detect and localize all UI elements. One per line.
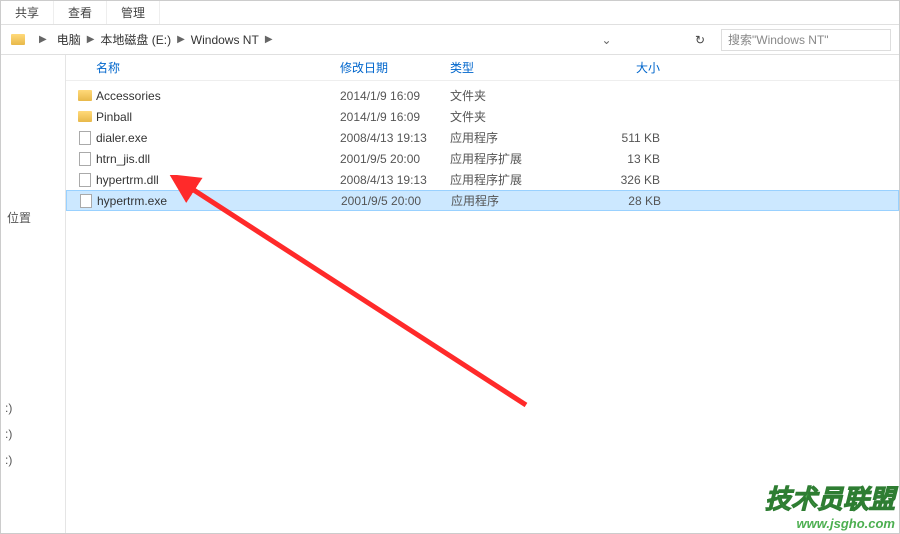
- file-type: 文件夹: [450, 108, 580, 125]
- folder-icon: [9, 32, 27, 48]
- file-type: 应用程序: [450, 129, 580, 146]
- header-name[interactable]: 名称: [96, 59, 340, 76]
- watermark-url: www.jsgho.com: [765, 516, 895, 531]
- sidebar-location[interactable]: 位置: [1, 205, 65, 230]
- crumb-disk[interactable]: 本地磁盘 (E:): [100, 31, 171, 48]
- breadcrumb[interactable]: 电脑 ▶ 本地磁盘 (E:) ▶ Windows NT ▶ ⌄: [57, 29, 685, 51]
- chevron-right-icon: ▶: [87, 34, 95, 45]
- crumb-computer[interactable]: 电脑: [57, 31, 81, 48]
- file-row[interactable]: htrn_jis.dll2001/9/5 20:00应用程序扩展13 KB: [66, 148, 899, 169]
- file-size: 511 KB: [580, 131, 660, 145]
- header-size[interactable]: 大小: [580, 59, 660, 76]
- file-row[interactable]: hypertrm.exe2001/9/5 20:00应用程序28 KB: [66, 190, 899, 211]
- file-type: 应用程序扩展: [450, 171, 580, 188]
- tab-view[interactable]: 查看: [54, 1, 107, 24]
- refresh-button[interactable]: ↻: [689, 29, 711, 51]
- file-date: 2001/9/5 20:00: [341, 194, 451, 208]
- file-size: 326 KB: [580, 173, 660, 187]
- file-row[interactable]: dialer.exe2008/4/13 19:13应用程序511 KB: [66, 127, 899, 148]
- file-name: Pinball: [96, 110, 340, 124]
- folder-icon: [76, 88, 94, 104]
- header-date[interactable]: 修改日期: [340, 59, 450, 76]
- file-name: htrn_jis.dll: [96, 152, 340, 166]
- column-headers: 名称 修改日期 类型 大小: [66, 55, 899, 81]
- chevron-right-icon: ▶: [177, 34, 185, 45]
- file-date: 2014/1/9 16:09: [340, 89, 450, 103]
- file-row[interactable]: Pinball2014/1/9 16:09文件夹: [66, 106, 899, 127]
- file-name: hypertrm.dll: [96, 173, 340, 187]
- watermark: 技术员联盟 www.jsgho.com: [765, 479, 895, 531]
- tab-share[interactable]: 共享: [1, 1, 54, 24]
- file-type: 应用程序: [451, 192, 581, 209]
- file-type: 应用程序扩展: [450, 150, 580, 167]
- file-date: 2001/9/5 20:00: [340, 152, 450, 166]
- side-status-icons: :):):): [5, 395, 12, 473]
- file-size: 28 KB: [581, 194, 661, 208]
- file-size: 13 KB: [580, 152, 660, 166]
- file-icon: [76, 130, 94, 146]
- file-icon: [76, 172, 94, 188]
- folder-icon: [76, 109, 94, 125]
- header-type[interactable]: 类型: [450, 59, 580, 76]
- file-type: 文件夹: [450, 87, 580, 104]
- chevron-right-icon: ▶: [39, 34, 47, 45]
- file-name: dialer.exe: [96, 131, 340, 145]
- file-row[interactable]: hypertrm.dll2008/4/13 19:13应用程序扩展326 KB: [66, 169, 899, 190]
- file-date: 2008/4/13 19:13: [340, 173, 450, 187]
- annotation-arrow: [166, 175, 586, 455]
- dropdown-icon[interactable]: ⌄: [599, 33, 615, 47]
- file-icon: [77, 193, 95, 209]
- tab-manage[interactable]: 管理: [107, 1, 160, 24]
- crumb-folder[interactable]: Windows NT: [191, 33, 259, 47]
- file-icon: [76, 151, 94, 167]
- watermark-title: 技术员联盟: [765, 479, 895, 516]
- file-name: Accessories: [96, 89, 340, 103]
- file-name: hypertrm.exe: [97, 194, 341, 208]
- chevron-right-icon: ▶: [265, 34, 273, 45]
- file-row[interactable]: Accessories2014/1/9 16:09文件夹: [66, 85, 899, 106]
- search-input[interactable]: 搜索"Windows NT": [721, 29, 891, 51]
- file-date: 2014/1/9 16:09: [340, 110, 450, 124]
- file-date: 2008/4/13 19:13: [340, 131, 450, 145]
